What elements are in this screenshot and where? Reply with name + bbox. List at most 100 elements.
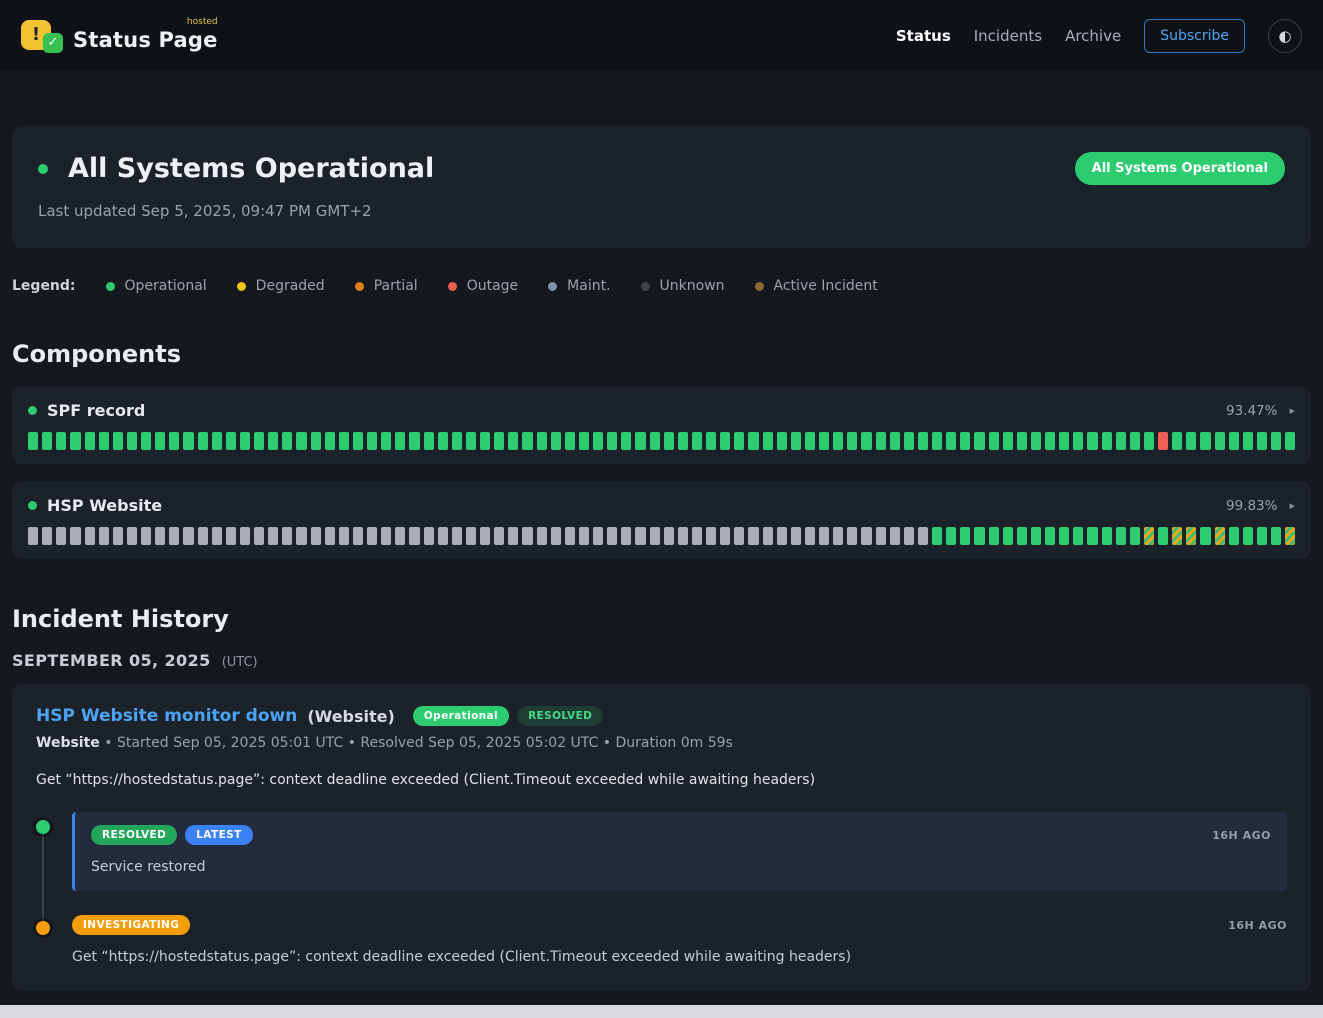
uptime-bar[interactable] xyxy=(353,432,363,450)
uptime-bar[interactable] xyxy=(480,432,490,450)
uptime-bar[interactable] xyxy=(607,527,617,545)
uptime-bar[interactable] xyxy=(424,527,434,545)
uptime-bar[interactable] xyxy=(1087,432,1097,450)
uptime-bar[interactable] xyxy=(791,432,801,450)
uptime-bar[interactable] xyxy=(1271,527,1281,545)
uptime-bar[interactable] xyxy=(692,527,702,545)
uptime-bar[interactable] xyxy=(1102,432,1112,450)
theme-toggle-button[interactable]: ◐ xyxy=(1268,19,1302,53)
uptime-bar[interactable] xyxy=(1215,432,1225,450)
uptime-bar[interactable] xyxy=(1285,527,1295,545)
uptime-bar[interactable] xyxy=(395,432,405,450)
brand[interactable]: ! ✓ hosted Status Page xyxy=(21,16,218,56)
uptime-bar[interactable] xyxy=(989,432,999,450)
uptime-bar[interactable] xyxy=(42,527,52,545)
uptime-bar[interactable] xyxy=(1285,432,1295,450)
uptime-bar[interactable] xyxy=(99,432,109,450)
uptime-bar[interactable] xyxy=(522,527,532,545)
uptime-bar[interactable] xyxy=(777,432,787,450)
uptime-bar[interactable] xyxy=(198,527,208,545)
uptime-bar[interactable] xyxy=(1031,527,1041,545)
uptime-bar[interactable] xyxy=(494,432,504,450)
uptime-bar[interactable] xyxy=(508,527,518,545)
uptime-bar[interactable] xyxy=(141,527,151,545)
uptime-bar[interactable] xyxy=(226,432,236,450)
uptime-bar[interactable] xyxy=(254,527,264,545)
uptime-bar[interactable] xyxy=(183,527,193,545)
uptime-bar[interactable] xyxy=(282,527,292,545)
uptime-bar[interactable] xyxy=(1200,432,1210,450)
subscribe-button[interactable]: Subscribe xyxy=(1144,19,1245,53)
uptime-bar[interactable] xyxy=(946,432,956,450)
uptime-bar[interactable] xyxy=(169,527,179,545)
uptime-bar[interactable] xyxy=(339,527,349,545)
uptime-bar[interactable] xyxy=(113,432,123,450)
uptime-bar[interactable] xyxy=(1059,432,1069,450)
uptime-bar[interactable] xyxy=(480,527,490,545)
uptime-bar[interactable] xyxy=(833,527,843,545)
uptime-bar[interactable] xyxy=(155,432,165,450)
uptime-bar[interactable] xyxy=(890,527,900,545)
uptime-bar[interactable] xyxy=(565,432,575,450)
uptime-bar[interactable] xyxy=(1130,432,1140,450)
uptime-bar[interactable] xyxy=(706,527,716,545)
uptime-bar[interactable] xyxy=(876,432,886,450)
uptime-bar[interactable] xyxy=(1045,432,1055,450)
uptime-bar[interactable] xyxy=(42,432,52,450)
uptime-bar[interactable] xyxy=(537,432,547,450)
uptime-bar[interactable] xyxy=(861,527,871,545)
uptime-bar[interactable] xyxy=(452,432,462,450)
uptime-bar[interactable] xyxy=(1172,527,1182,545)
uptime-bar[interactable] xyxy=(1257,527,1267,545)
uptime-bar[interactable] xyxy=(311,527,321,545)
uptime-bar[interactable] xyxy=(734,527,744,545)
uptime-bar[interactable] xyxy=(579,527,589,545)
uptime-bar[interactable] xyxy=(282,432,292,450)
uptime-bar[interactable] xyxy=(409,432,419,450)
uptime-bar[interactable] xyxy=(551,527,561,545)
uptime-bar[interactable] xyxy=(296,527,306,545)
uptime-bar[interactable] xyxy=(452,527,462,545)
uptime-bar[interactable] xyxy=(551,432,561,450)
uptime-bar[interactable] xyxy=(1186,527,1196,545)
uptime-bar[interactable] xyxy=(85,527,95,545)
uptime-bar[interactable] xyxy=(155,527,165,545)
uptime-bar[interactable] xyxy=(664,527,674,545)
expand-chevron-icon[interactable]: ▸ xyxy=(1289,404,1295,417)
uptime-bar[interactable] xyxy=(932,527,942,545)
uptime-bar[interactable] xyxy=(819,527,829,545)
uptime-bar[interactable] xyxy=(621,432,631,450)
uptime-bar[interactable] xyxy=(763,432,773,450)
uptime-bar[interactable] xyxy=(1130,527,1140,545)
uptime-bar[interactable] xyxy=(28,432,38,450)
uptime-bar[interactable] xyxy=(1158,432,1168,450)
uptime-bar[interactable] xyxy=(339,432,349,450)
uptime-bar[interactable] xyxy=(1087,527,1097,545)
uptime-bar[interactable] xyxy=(1144,527,1154,545)
uptime-bar[interactable] xyxy=(946,527,956,545)
uptime-bar[interactable] xyxy=(212,527,222,545)
uptime-bar[interactable] xyxy=(847,432,857,450)
uptime-bar[interactable] xyxy=(650,432,660,450)
uptime-bar[interactable] xyxy=(113,527,123,545)
uptime-bar[interactable] xyxy=(254,432,264,450)
uptime-bar[interactable] xyxy=(169,432,179,450)
uptime-bar[interactable] xyxy=(960,432,970,450)
uptime-bar[interactable] xyxy=(989,527,999,545)
uptime-bar[interactable] xyxy=(748,432,758,450)
uptime-bar[interactable] xyxy=(1073,527,1083,545)
uptime-bar[interactable] xyxy=(1116,432,1126,450)
uptime-bar[interactable] xyxy=(70,527,80,545)
uptime-bar[interactable] xyxy=(748,527,758,545)
uptime-bar[interactable] xyxy=(1059,527,1069,545)
uptime-bar[interactable] xyxy=(240,527,250,545)
uptime-bar[interactable] xyxy=(734,432,744,450)
uptime-bar[interactable] xyxy=(424,432,434,450)
uptime-bar[interactable] xyxy=(678,432,688,450)
uptime-bar[interactable] xyxy=(1172,432,1182,450)
nav-item-archive[interactable]: Archive xyxy=(1065,27,1121,45)
uptime-bar[interactable] xyxy=(56,432,66,450)
uptime-bar[interactable] xyxy=(692,432,702,450)
uptime-bar[interactable] xyxy=(635,432,645,450)
nav-item-incidents[interactable]: Incidents xyxy=(974,27,1042,45)
